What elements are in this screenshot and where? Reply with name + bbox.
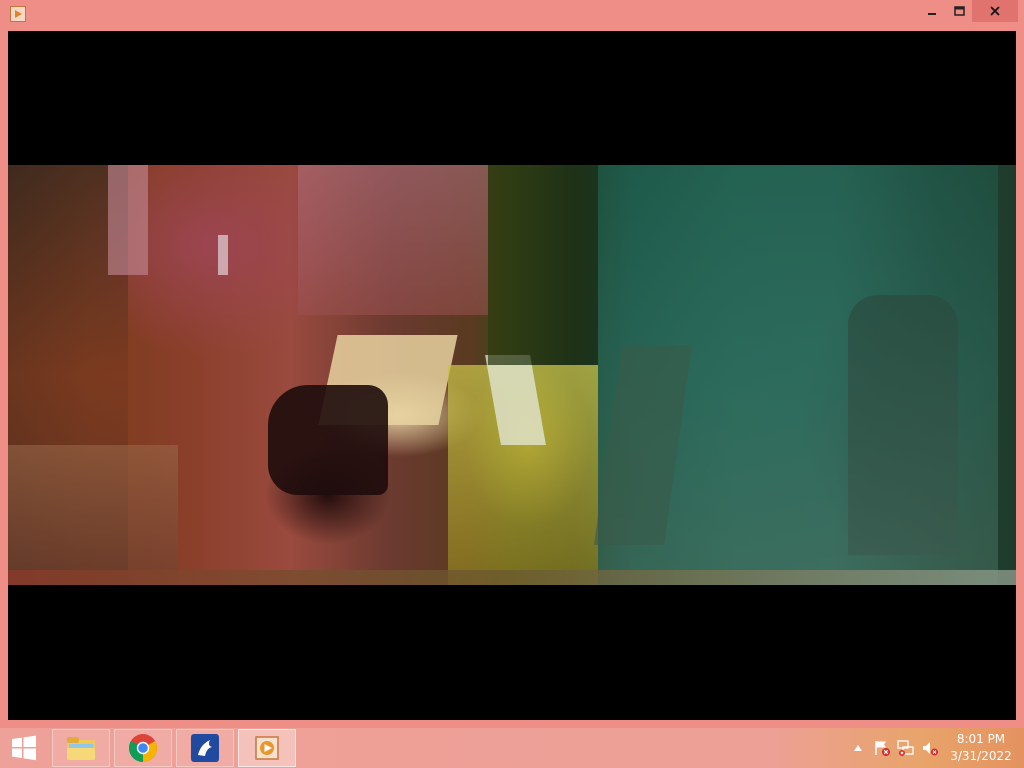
taskbar-app[interactable] [176, 729, 234, 767]
media-player-icon [255, 736, 279, 760]
close-button[interactable] [972, 0, 1018, 22]
app-icon [191, 734, 219, 762]
taskbar-clock[interactable]: 8:01 PM 3/31/2022 [946, 731, 1016, 765]
show-hidden-icons-button[interactable] [850, 728, 866, 768]
media-player-window [0, 0, 1024, 728]
volume-button[interactable] [920, 728, 940, 768]
action-center-button[interactable] [872, 728, 892, 768]
start-button[interactable] [0, 728, 48, 768]
action-center-flag-icon [875, 741, 890, 756]
clock-date: 3/31/2022 [950, 749, 1012, 763]
taskbar: 8:01 PM 3/31/2022 [0, 728, 1024, 768]
show-hidden-icons-icon [854, 745, 862, 751]
taskbar-file-explorer[interactable] [52, 729, 110, 767]
close-icon [990, 6, 1000, 16]
volume-muted-icon [923, 742, 938, 756]
media-player-icon[interactable] [10, 6, 26, 22]
minimize-icon [928, 13, 936, 15]
folder-icon [67, 737, 95, 760]
taskbar-chrome[interactable] [114, 729, 172, 767]
windows-logo-icon [12, 735, 36, 761]
video-surface[interactable] [8, 31, 1016, 720]
chrome-icon [129, 734, 157, 762]
maximize-icon [953, 6, 965, 16]
title-bar[interactable] [0, 0, 1024, 30]
taskbar-media-player[interactable] [238, 729, 296, 767]
video-frame [8, 165, 1016, 585]
network-icon [897, 740, 914, 756]
network-button[interactable] [896, 728, 916, 768]
minimize-button[interactable] [918, 0, 946, 22]
clock-time: 8:01 PM [956, 732, 1006, 746]
maximize-button[interactable] [946, 0, 972, 22]
